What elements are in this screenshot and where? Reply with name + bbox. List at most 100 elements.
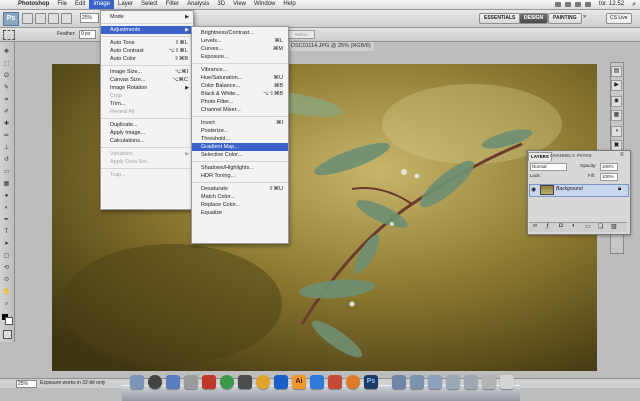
adjustments_menu-item-brightness-contrast[interactable]: Brightness/Contrast... [192, 29, 288, 37]
menu-filter[interactable]: Filter [162, 0, 183, 9]
path-selection-icon[interactable]: ➤ [2, 240, 11, 248]
hand-icon[interactable]: ✋ [2, 288, 11, 296]
facetime-icon[interactable] [220, 375, 234, 389]
menu-file[interactable]: File [53, 0, 71, 9]
mission-control-icon[interactable] [166, 375, 180, 389]
mini-bridge-icon[interactable] [35, 13, 46, 24]
adjustments_menu-item-threshold[interactable]: Threshold... [192, 135, 288, 143]
clock[interactable]: tor. 12.52 [595, 0, 628, 9]
menu-layer[interactable]: Layer [114, 0, 137, 9]
adjustments_menu-item-black-white[interactable]: Black & White... ⌥⇧⌘B [192, 90, 288, 98]
applications-folder-icon[interactable] [392, 375, 406, 389]
image_menu-item-image-size[interactable]: Image Size... ⌥⌘I [101, 68, 193, 76]
finder-icon[interactable] [130, 375, 144, 389]
image_menu-item-duplicate[interactable]: Duplicate... [101, 121, 193, 129]
quick-mask-icon[interactable] [3, 330, 12, 339]
pen-tool-icon[interactable]: ✒ [2, 216, 11, 224]
3d-rotate-icon[interactable]: ⟲ [2, 264, 11, 272]
refine-edge-button[interactable]: Refine Edge... [287, 30, 315, 44]
volume-icon[interactable] [575, 2, 582, 7]
zoom-tool-icon[interactable]: ⌕ [2, 300, 11, 308]
visibility-eye-icon[interactable]: ◉ [531, 186, 536, 193]
tab-paths[interactable]: PATHS [575, 152, 594, 160]
new-layer-icon[interactable]: ❏ [598, 223, 603, 230]
trash-icon[interactable]: ▥ [611, 223, 617, 230]
image_menu-item-auto-contrast[interactable]: Auto Contrast ⌥⇧⌘L [101, 47, 193, 55]
adjustments_menu-item-gradient-map[interactable]: Gradient Map... [192, 143, 288, 151]
adjustments_menu-item-levels[interactable]: Levels... ⌘L [192, 37, 288, 45]
wifi-icon[interactable] [565, 2, 572, 7]
adjustments_menu-item-photo-filter[interactable]: Photo Filter... [192, 98, 288, 106]
workspace-painting[interactable]: PAINTING [548, 13, 582, 24]
stack-icon-3[interactable] [482, 375, 496, 389]
eyedropper-icon[interactable]: ✐ [2, 108, 11, 116]
documents-folder-icon[interactable] [410, 375, 424, 389]
trash-dock-icon[interactable] [500, 375, 514, 389]
adjustments_menu-item-channel-mixer[interactable]: Channel Mixer... [192, 106, 288, 114]
marquee-icon[interactable]: ⬚ [2, 60, 11, 68]
background-color-swatch[interactable] [5, 317, 13, 325]
menu-photoshop[interactable]: Photoshop [14, 0, 53, 9]
adjustments_menu-item-posterize[interactable]: Posterize... [192, 127, 288, 135]
image_menu-item-canvas-size[interactable]: Canvas Size... ⌥⌘C [101, 76, 193, 84]
spotlight-icon[interactable]: ⌕ [632, 1, 636, 9]
status-info-text[interactable]: Exposure works in 32-bit only [40, 380, 105, 386]
itunes-icon[interactable] [310, 375, 324, 389]
panel-menu-icon[interactable]: ≡ [620, 152, 624, 158]
view-extras-icon[interactable] [48, 13, 59, 24]
photoshop-dock-icon[interactable]: Ps [364, 375, 378, 389]
opacity-field[interactable]: 100% [600, 163, 618, 171]
illustrator-icon[interactable]: Ai [292, 375, 306, 389]
clone-stamp-icon[interactable]: ⊥ [2, 144, 11, 152]
tab-channels[interactable]: CHANNELS [548, 152, 577, 160]
document-tab[interactable]: DSC01114.JPG @ 25% (RGB/8) [288, 42, 374, 51]
firefox-icon[interactable] [346, 375, 360, 389]
workspace-more-icon[interactable]: » [583, 14, 586, 20]
bluetooth-icon[interactable] [555, 2, 562, 7]
adjustments_menu-item-match-color[interactable]: Match Color... [192, 193, 288, 201]
menu-view[interactable]: View [229, 0, 250, 9]
pages-icon[interactable] [328, 375, 342, 389]
workspace-design[interactable]: DESIGN [519, 13, 549, 24]
menu-window[interactable]: Window [250, 0, 279, 9]
adjustments_menu-item-replace-color[interactable]: Replace Color... [192, 201, 288, 209]
blur-tool-icon[interactable]: ● [2, 192, 11, 200]
dodge-tool-icon[interactable]: ◐ [2, 204, 11, 212]
cs-live-button[interactable]: CS Live [606, 13, 632, 24]
image_menu-item-auto-tone[interactable]: Auto Tone ⇧⌘L [101, 39, 193, 47]
adjustments_menu-item-shadows-highlights[interactable]: Shadows/Highlights... [192, 164, 288, 172]
workspace-essentials[interactable]: ESSENTIALS [479, 13, 521, 24]
menu-3d[interactable]: 3D [213, 0, 229, 9]
3d-orbit-icon[interactable]: ⊙ [2, 276, 11, 284]
adjustments_menu-item-desaturate[interactable]: Desaturate ⇧⌘U [192, 185, 288, 193]
chrome-icon[interactable] [256, 375, 270, 389]
image_menu-item-calculations[interactable]: Calculations... [101, 137, 193, 145]
gradient-tool-icon[interactable]: ▦ [2, 180, 11, 188]
menu-select[interactable]: Select [137, 0, 162, 9]
stack-icon-2[interactable] [464, 375, 478, 389]
adjustments-panel-icon[interactable]: ◑ [611, 126, 622, 137]
swatches-panel-icon[interactable]: ▦ [611, 110, 622, 121]
image_menu-item-trim[interactable]: Trim... [101, 100, 193, 108]
healing-brush-icon[interactable]: ✚ [2, 120, 11, 128]
adjustments_menu-item-hue-saturation[interactable]: Hue/Saturation... ⌘U [192, 74, 288, 82]
activity-icon[interactable] [238, 375, 252, 389]
apple-icon[interactable] [4, 1, 12, 9]
color-panel-icon[interactable]: ◉ [611, 96, 622, 107]
image_menu-item-auto-color[interactable]: Auto Color ⇧⌘B [101, 55, 193, 63]
history-brush-icon[interactable]: ↺ [2, 156, 11, 164]
bridge-icon[interactable] [22, 13, 33, 24]
adjustment-layer-icon[interactable]: ◐ [572, 223, 576, 229]
calendar-icon[interactable] [202, 375, 216, 389]
move-tool-icon[interactable]: ✥ [2, 48, 11, 56]
new-group-icon[interactable]: ▭ [585, 223, 591, 230]
eraser-tool-icon[interactable]: ▭ [2, 168, 11, 176]
menu-analysis[interactable]: Analysis [183, 0, 213, 9]
word-icon[interactable] [274, 375, 288, 389]
blend-mode-select[interactable]: Normal [530, 163, 567, 171]
menu-image[interactable]: Image [89, 0, 115, 9]
fill-field[interactable]: 100% [600, 173, 618, 181]
image_menu-item-adjustments[interactable]: Adjustments ▶ [101, 26, 193, 34]
link-layers-icon[interactable]: ∞ [533, 223, 537, 229]
menu-help[interactable]: Help [279, 0, 299, 9]
